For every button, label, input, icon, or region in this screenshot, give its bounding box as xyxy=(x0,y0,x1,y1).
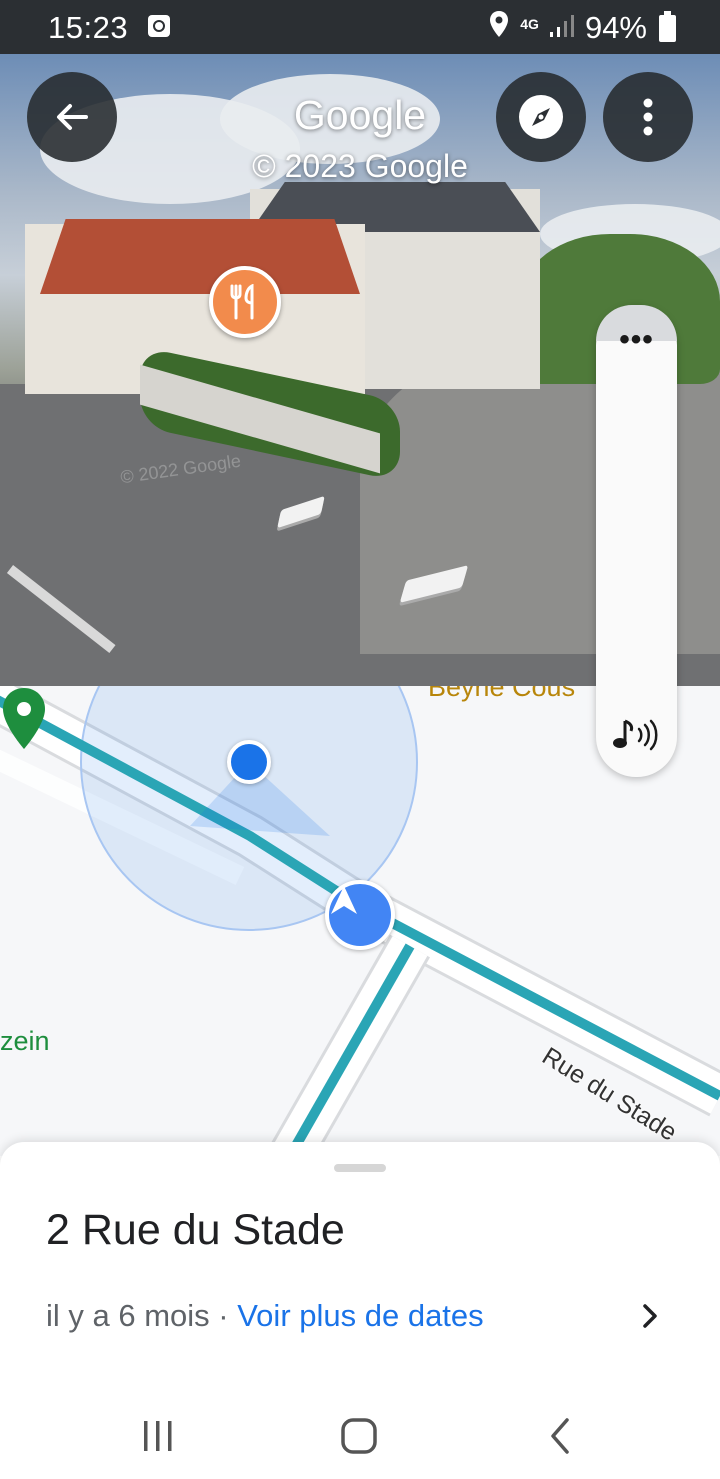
home-icon xyxy=(341,1418,377,1454)
place-pin-icon[interactable] xyxy=(0,686,48,752)
back-icon xyxy=(551,1418,569,1454)
notification-icon xyxy=(148,15,170,37)
compass-button[interactable] xyxy=(496,72,586,162)
location-dot xyxy=(227,740,271,784)
copyright-label: © 2023 Google xyxy=(252,148,468,184)
music-sound-icon xyxy=(613,719,658,751)
compass-icon xyxy=(519,95,563,139)
battery-icon xyxy=(659,10,676,42)
restaurant-icon xyxy=(230,284,254,320)
system-back-button[interactable] xyxy=(530,1406,590,1466)
recents-icon xyxy=(144,1421,172,1451)
imagery-date-row: il y a 6 mois · Voir plus de dates xyxy=(46,1298,484,1334)
chevron-right-icon[interactable] xyxy=(636,1298,664,1334)
status-bar: 15:23 4G 94% xyxy=(0,0,720,54)
sheet-drag-handle[interactable] xyxy=(334,1164,386,1172)
map-place-label-top: Beyrie Cous xyxy=(428,686,576,702)
pill-more-dots[interactable]: ••• xyxy=(596,325,677,355)
address-title: 2 Rue du Stade xyxy=(46,1206,345,1254)
location-icon xyxy=(488,10,510,46)
more-options-button[interactable] xyxy=(603,72,693,162)
network-type-label: 4G xyxy=(520,16,539,32)
navigation-arrow-icon xyxy=(331,886,357,914)
street-view-side-panel[interactable]: ••• xyxy=(596,305,677,777)
status-time: 15:23 xyxy=(48,10,129,45)
street-view-title: Google xyxy=(293,92,427,138)
imagery-date-text: il y a 6 mois · xyxy=(46,1298,238,1333)
map-place-label[interactable]: zein xyxy=(0,1026,50,1057)
more-vert-icon xyxy=(643,98,653,136)
status-indicators: 4G 94% xyxy=(488,10,676,46)
signal-icon xyxy=(549,10,575,46)
home-button[interactable] xyxy=(329,1406,389,1466)
street-view-pegman-marker[interactable] xyxy=(325,880,395,950)
back-arrow-icon xyxy=(57,104,88,130)
recents-button[interactable] xyxy=(128,1406,188,1466)
system-navigation-bar xyxy=(0,1392,720,1479)
restaurant-marker[interactable] xyxy=(209,266,281,338)
battery-percentage: 94% xyxy=(584,10,647,45)
sound-button[interactable] xyxy=(608,707,664,763)
more-dates-link[interactable]: Voir plus de dates xyxy=(237,1298,483,1333)
place-bottom-sheet[interactable]: 2 Rue du Stade il y a 6 mois · Voir plus… xyxy=(0,1142,720,1392)
back-button[interactable] xyxy=(27,72,117,162)
